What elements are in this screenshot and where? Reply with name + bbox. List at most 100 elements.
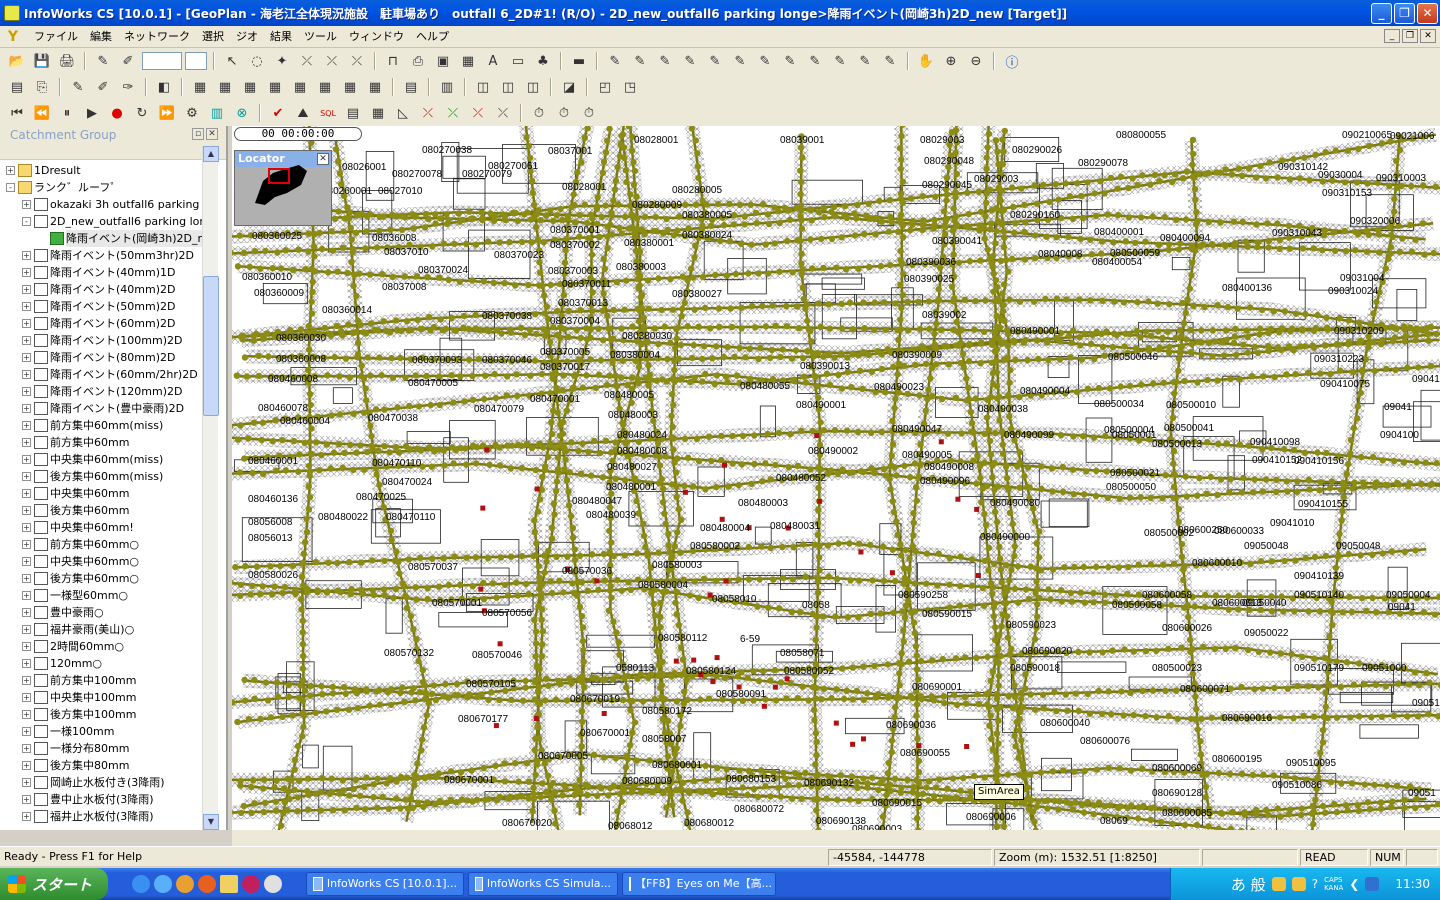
task-infoworks[interactable]: InfoWorks CS [10.0.1]... — [306, 872, 464, 896]
mdi-minimize-button[interactable]: _ — [1384, 29, 1400, 43]
tree-item[interactable]: + 前方集中60mm(miss) — [22, 417, 163, 434]
expand-icon[interactable]: + — [22, 812, 31, 821]
expand-icon[interactable]: + — [22, 574, 31, 583]
media-icon[interactable] — [264, 875, 282, 893]
tree-item[interactable]: + 岡崎止水板付き(3降雨) — [22, 774, 165, 791]
tray-expand-icon[interactable]: ❮ — [1349, 877, 1359, 891]
tree-item[interactable]: + 中央集中60mm○ — [22, 553, 139, 570]
expand-icon[interactable]: + — [22, 472, 31, 481]
network-trace-icon[interactable]: ⤫ — [442, 102, 464, 124]
tree-item[interactable]: - ランク゛ルーフ゜ — [6, 179, 121, 196]
record-icon[interactable]: ● — [106, 102, 128, 124]
timer-icon[interactable]: ⏱ — [578, 102, 600, 124]
edit-tool-icon[interactable]: ✎ — [854, 50, 876, 72]
tree-item[interactable]: + 豊中止水板付(3降雨) — [22, 791, 154, 808]
edit-tool-icon[interactable]: ✎ — [804, 50, 826, 72]
grid-icon[interactable]: ▦ — [457, 50, 479, 72]
panel-close-button[interactable]: ✕ — [206, 128, 218, 140]
table-icon[interactable]: ▦ — [364, 76, 386, 98]
tree-icon[interactable]: ♣ — [532, 50, 554, 72]
scroll-thumb[interactable] — [203, 276, 219, 416]
view-icon[interactable]: ▣ — [432, 50, 454, 72]
expand-icon[interactable]: + — [22, 251, 31, 260]
link-red-icon[interactable]: ⤫ — [321, 50, 343, 72]
table-icon[interactable]: ▦ — [189, 76, 211, 98]
expand-icon[interactable]: + — [22, 336, 31, 345]
tree-item[interactable]: + 降雨イベント(60mm/2hr)2D — [22, 366, 198, 383]
export-icon[interactable]: ▥ — [206, 102, 228, 124]
pan-hand-icon[interactable]: ✋ — [915, 50, 937, 72]
table-icon[interactable]: ▤ — [342, 102, 364, 124]
expand-icon[interactable]: + — [22, 455, 31, 464]
timer-icon[interactable]: ⏱ — [528, 102, 550, 124]
mdi-restore-button[interactable]: ❐ — [1402, 29, 1418, 43]
run-icon[interactable]: ⚙ — [181, 102, 203, 124]
task-simulation[interactable]: InfoWorks CS Simula... — [468, 872, 618, 896]
tree-item[interactable]: + 降雨イベント(40mm)1D — [22, 264, 175, 281]
expand-icon[interactable]: + — [22, 676, 31, 685]
table-icon[interactable]: ▦ — [214, 76, 236, 98]
tree-item[interactable]: + 前方集中60mm — [22, 434, 129, 451]
collapse-icon[interactable]: - — [22, 217, 31, 226]
network-map-canvas[interactable]: 08028001080270038 08037001080270061080270… — [232, 126, 1440, 830]
expand-icon[interactable]: + — [22, 591, 31, 600]
menu-file[interactable]: ファイル — [28, 27, 84, 47]
table-icon[interactable]: ▦ — [314, 76, 336, 98]
network-icon[interactable] — [1365, 877, 1380, 891]
network-trace-icon[interactable]: ⤫ — [492, 102, 514, 124]
select-arrow-icon[interactable]: ↖ — [221, 50, 243, 72]
scroll-up-icon[interactable]: ▲ — [203, 146, 219, 162]
table-icon[interactable]: ▦ — [289, 76, 311, 98]
book-icon[interactable]: ▥ — [436, 76, 458, 98]
locator-map[interactable] — [235, 151, 331, 209]
edit-tool-icon[interactable]: ✎ — [829, 50, 851, 72]
tree-item[interactable]: + 中央集中60mm — [22, 485, 129, 502]
edit-tool-icon[interactable]: ✎ — [654, 50, 676, 72]
expand-icon[interactable]: + — [22, 404, 31, 413]
tree-item[interactable]: + 前方集中60mm○ — [22, 536, 139, 553]
expand-icon[interactable]: + — [22, 761, 31, 770]
edit-tool-icon[interactable]: ✎ — [704, 50, 726, 72]
zoom-out-icon[interactable]: ⊖ — [965, 50, 987, 72]
tree-item[interactable]: + 後方集中60mm(miss) — [22, 468, 163, 485]
stop-icon[interactable]: ⊗ — [231, 102, 253, 124]
tree-item[interactable]: 降雨イベント(岡崎3h)2D_n... — [38, 230, 204, 247]
profile-icon[interactable]: ⊓ — [382, 50, 404, 72]
app-icon[interactable] — [242, 875, 260, 893]
expand-icon[interactable]: + — [22, 438, 31, 447]
menu-window[interactable]: ウィンドウ — [343, 27, 410, 47]
tree-item[interactable]: + 中央集中60mm(miss) — [22, 451, 163, 468]
tree-item[interactable]: + 後方集中60mm○ — [22, 570, 139, 587]
tree-item[interactable]: + 降雨イベント(80mm)2D — [22, 349, 175, 366]
app-menu-icon[interactable]: Y — [4, 28, 22, 46]
expand-icon[interactable]: + — [22, 285, 31, 294]
tree-item[interactable]: + 後方集中60mm — [22, 502, 129, 519]
menu-select[interactable]: 選択 — [196, 27, 230, 47]
map-hscroll[interactable] — [232, 830, 1440, 846]
layer-dropdown[interactable] — [185, 52, 207, 70]
firefox-icon[interactable] — [198, 875, 216, 893]
measure-icon[interactable]: ▬ — [568, 50, 590, 72]
expand-icon[interactable]: + — [22, 642, 31, 651]
expand-icon[interactable]: + — [22, 319, 31, 328]
help-icon[interactable]: ? — [1312, 877, 1318, 891]
tree-item[interactable]: + 中央集中60mm! — [22, 519, 134, 536]
layers-icon[interactable]: ◪ — [558, 76, 580, 98]
tree-item[interactable]: -2D_new_outfall6 parking longe — [22, 213, 204, 230]
tree-item[interactable]: + 降雨イベント(100mm)2D — [22, 332, 182, 349]
sql-icon[interactable]: SQL — [317, 102, 339, 124]
edit-tool-icon[interactable]: ✎ — [879, 50, 901, 72]
tree-item[interactable]: + 降雨イベント(50mm)2D — [22, 298, 175, 315]
expand-icon[interactable]: + — [22, 727, 31, 736]
mesh-icon[interactable]: ⛰ — [292, 102, 314, 124]
copy-icon[interactable]: ⎘ — [31, 76, 53, 98]
link-multi-icon[interactable]: ⤫ — [346, 50, 368, 72]
tree-item[interactable]: + 降雨イベント(40mm)2D — [22, 281, 175, 298]
locator-window[interactable]: Locator ✕ — [234, 150, 332, 226]
ime-indicator[interactable]: あ 般 — [1231, 874, 1266, 895]
graph-icon[interactable]: ◫ — [497, 76, 519, 98]
play-icon[interactable]: ▶ — [81, 102, 103, 124]
link-icon[interactable]: ⤫ — [296, 50, 318, 72]
mdi-close-button[interactable]: ✕ — [1420, 29, 1436, 43]
expand-icon[interactable]: + — [22, 608, 31, 617]
